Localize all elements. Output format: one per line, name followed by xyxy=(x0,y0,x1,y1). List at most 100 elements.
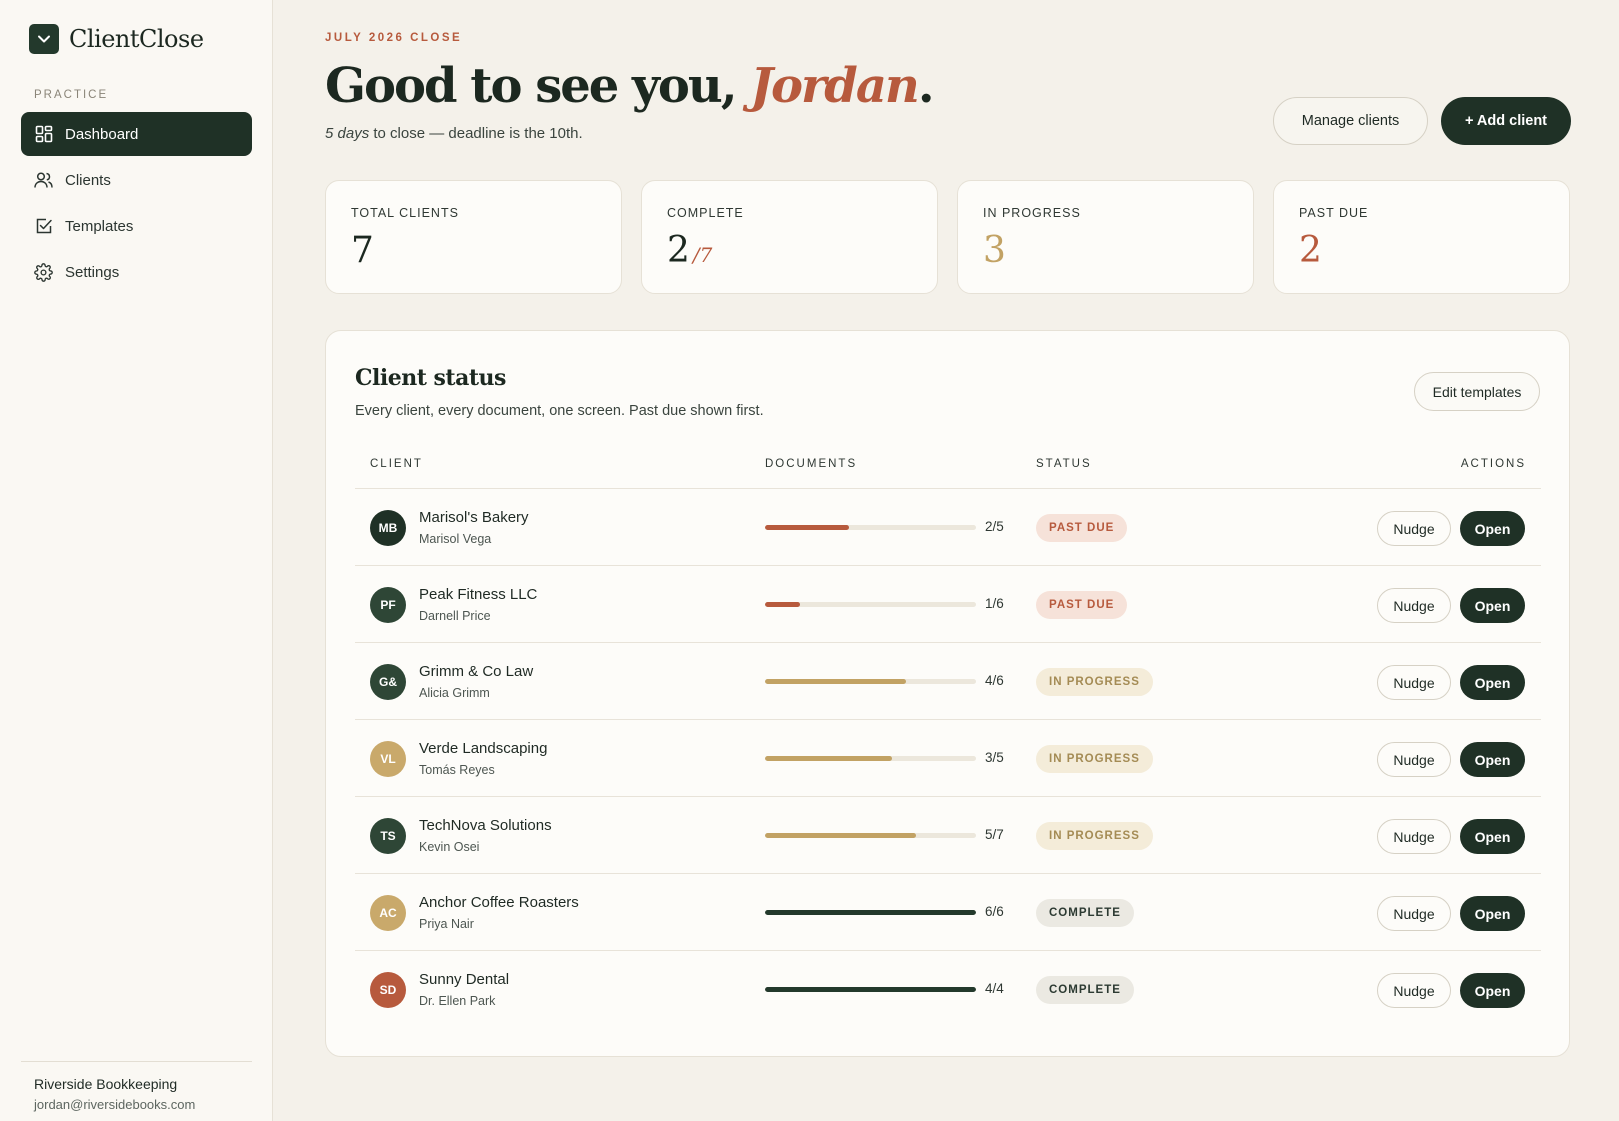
table-row[interactable]: TS TechNova Solutions Kevin Osei 5/7 IN PROG… xyxy=(355,797,1541,874)
avatar: VL xyxy=(370,741,406,777)
sidebar-item-clients[interactable]: Clients xyxy=(21,158,252,202)
documents-progress-fill xyxy=(765,987,976,992)
avatar: PF xyxy=(370,587,406,623)
documents-count: 4/6 xyxy=(985,673,1004,688)
table-row[interactable]: VL Verde Landscaping Tomás Reyes 3/5 IN PROG… xyxy=(355,720,1541,797)
add-client-button[interactable]: + Add client xyxy=(1441,97,1571,145)
open-button[interactable]: Open xyxy=(1460,665,1525,700)
sidebar-item-label: Settings xyxy=(65,263,120,281)
table-row[interactable]: SD Sunny Dental Dr. Ellen Park 4/4 COMPLETE N… xyxy=(355,951,1541,1028)
documents-progress-bar xyxy=(765,602,976,607)
stat-number: 2 xyxy=(667,230,690,271)
stat-value: 2/7 xyxy=(667,232,937,274)
sidebar-item-dashboard[interactable]: Dashboard xyxy=(21,112,252,156)
client-name[interactable]: Marisol's Bakery xyxy=(419,509,529,526)
stat-number: 3 xyxy=(983,230,1006,271)
client-name[interactable]: TechNova Solutions xyxy=(419,817,552,834)
table-body: MB Marisol's Bakery Marisol Vega 2/5 PAST DU… xyxy=(355,489,1541,1028)
client-contact: Alicia Grimm xyxy=(419,686,490,700)
documents-progress-bar xyxy=(765,987,976,992)
avatar: MB xyxy=(370,510,406,546)
stat-card-in-progress: IN PROGRESS 3 xyxy=(957,180,1254,294)
open-button[interactable]: Open xyxy=(1460,819,1525,854)
client-status-card: Client status Every client, every docume… xyxy=(325,330,1570,1057)
sidebar-item-label: Clients xyxy=(65,171,111,189)
open-button[interactable]: Open xyxy=(1460,973,1525,1008)
documents-progress-bar xyxy=(765,756,976,761)
nudge-button[interactable]: Nudge xyxy=(1377,896,1451,931)
page-title: Good to see you, Jordan. xyxy=(325,58,935,114)
stat-value: 3 xyxy=(983,232,1253,270)
documents-count: 2/5 xyxy=(985,519,1004,534)
stat-value: 2 xyxy=(1299,232,1569,270)
nudge-button[interactable]: Nudge xyxy=(1377,742,1451,777)
stat-number: 7 xyxy=(351,230,374,271)
documents-count: 4/4 xyxy=(985,981,1004,996)
documents-progress-fill xyxy=(765,833,916,838)
greeting-suffix: . xyxy=(917,58,935,114)
sidebar-item-templates[interactable]: Templates xyxy=(21,204,252,248)
client-name[interactable]: Sunny Dental xyxy=(419,971,509,988)
client-table: CLIENT DOCUMENTS STATUS ACTIONS MB Mariso… xyxy=(355,439,1541,1028)
sidebar-nav: Dashboard Clients Templates Settings xyxy=(21,112,252,296)
documents-progress-bar xyxy=(765,679,976,684)
table-row[interactable]: AC Anchor Coffee Roasters Priya Nair 6/6 COM… xyxy=(355,874,1541,951)
dashboard-icon xyxy=(34,125,53,144)
brand-name: ClientClose xyxy=(69,25,204,53)
client-contact: Darnell Price xyxy=(419,609,491,623)
status-badge: IN PROGRESS xyxy=(1036,745,1153,773)
manage-clients-button[interactable]: Manage clients xyxy=(1273,97,1428,145)
status-badge: IN PROGRESS xyxy=(1036,668,1153,696)
documents-count: 6/6 xyxy=(985,904,1004,919)
sidebar-item-label: Templates xyxy=(65,217,134,235)
stat-number: 2 xyxy=(1299,230,1322,271)
client-contact: Marisol Vega xyxy=(419,532,492,546)
client-name[interactable]: Grimm & Co Law xyxy=(419,663,533,680)
documents-count: 3/5 xyxy=(985,750,1004,765)
documents-progress-fill xyxy=(765,910,976,915)
deadline-subtitle: 5 days to close — deadline is the 10th. xyxy=(325,125,583,142)
column-header-status: STATUS xyxy=(1036,457,1092,470)
avatar: SD xyxy=(370,972,406,1008)
open-button[interactable]: Open xyxy=(1460,742,1525,777)
documents-progress-fill xyxy=(765,525,850,530)
nudge-button[interactable]: Nudge xyxy=(1377,665,1451,700)
table-row[interactable]: G& Grimm & Co Law Alicia Grimm 4/6 IN PROGRE… xyxy=(355,643,1541,720)
sidebar-item-settings[interactable]: Settings xyxy=(21,250,252,294)
nudge-button[interactable]: Nudge xyxy=(1377,973,1451,1008)
edit-templates-button[interactable]: Edit templates xyxy=(1414,372,1540,411)
client-contact: Kevin Osei xyxy=(419,840,480,854)
client-name[interactable]: Verde Landscaping xyxy=(419,740,547,757)
gear-icon xyxy=(34,262,53,282)
stat-label: IN PROGRESS xyxy=(983,206,1081,220)
stat-value: 7 xyxy=(351,232,621,270)
open-button[interactable]: Open xyxy=(1460,588,1525,623)
sidebar-item-label: Dashboard xyxy=(65,125,139,143)
card-title: Client status xyxy=(355,365,506,391)
client-contact: Tomás Reyes xyxy=(419,763,495,777)
client-name[interactable]: Peak Fitness LLC xyxy=(419,586,537,603)
checkbox-icon xyxy=(34,217,53,236)
nudge-button[interactable]: Nudge xyxy=(1377,511,1451,546)
greeting-prefix: Good to see you, xyxy=(325,58,751,114)
account-footer[interactable]: Riverside Bookkeeping jordan@riversidebo… xyxy=(21,1061,252,1112)
nudge-button[interactable]: Nudge xyxy=(1377,588,1451,623)
table-header: CLIENT DOCUMENTS STATUS ACTIONS xyxy=(355,439,1541,489)
avatar: G& xyxy=(370,664,406,700)
users-icon xyxy=(34,171,53,190)
client-name[interactable]: Anchor Coffee Roasters xyxy=(419,894,579,911)
table-row[interactable]: PF Peak Fitness LLC Darnell Price 1/6 PAST D… xyxy=(355,566,1541,643)
brand[interactable]: ClientClose xyxy=(29,24,204,54)
nudge-button[interactable]: Nudge xyxy=(1377,819,1451,854)
deadline-text: to close — deadline is the 10th. xyxy=(369,125,583,142)
table-row[interactable]: MB Marisol's Bakery Marisol Vega 2/5 PAST DU… xyxy=(355,489,1541,566)
card-subtitle: Every client, every document, one screen… xyxy=(355,403,764,419)
column-header-client: CLIENT xyxy=(370,457,423,470)
open-button[interactable]: Open xyxy=(1460,511,1525,546)
open-button[interactable]: Open xyxy=(1460,896,1525,931)
days-remaining: 5 days xyxy=(325,125,370,142)
documents-progress-fill xyxy=(765,602,801,607)
status-badge: IN PROGRESS xyxy=(1036,822,1153,850)
brand-logo-icon xyxy=(29,24,59,54)
stat-card-total: TOTAL CLIENTS 7 xyxy=(325,180,622,294)
